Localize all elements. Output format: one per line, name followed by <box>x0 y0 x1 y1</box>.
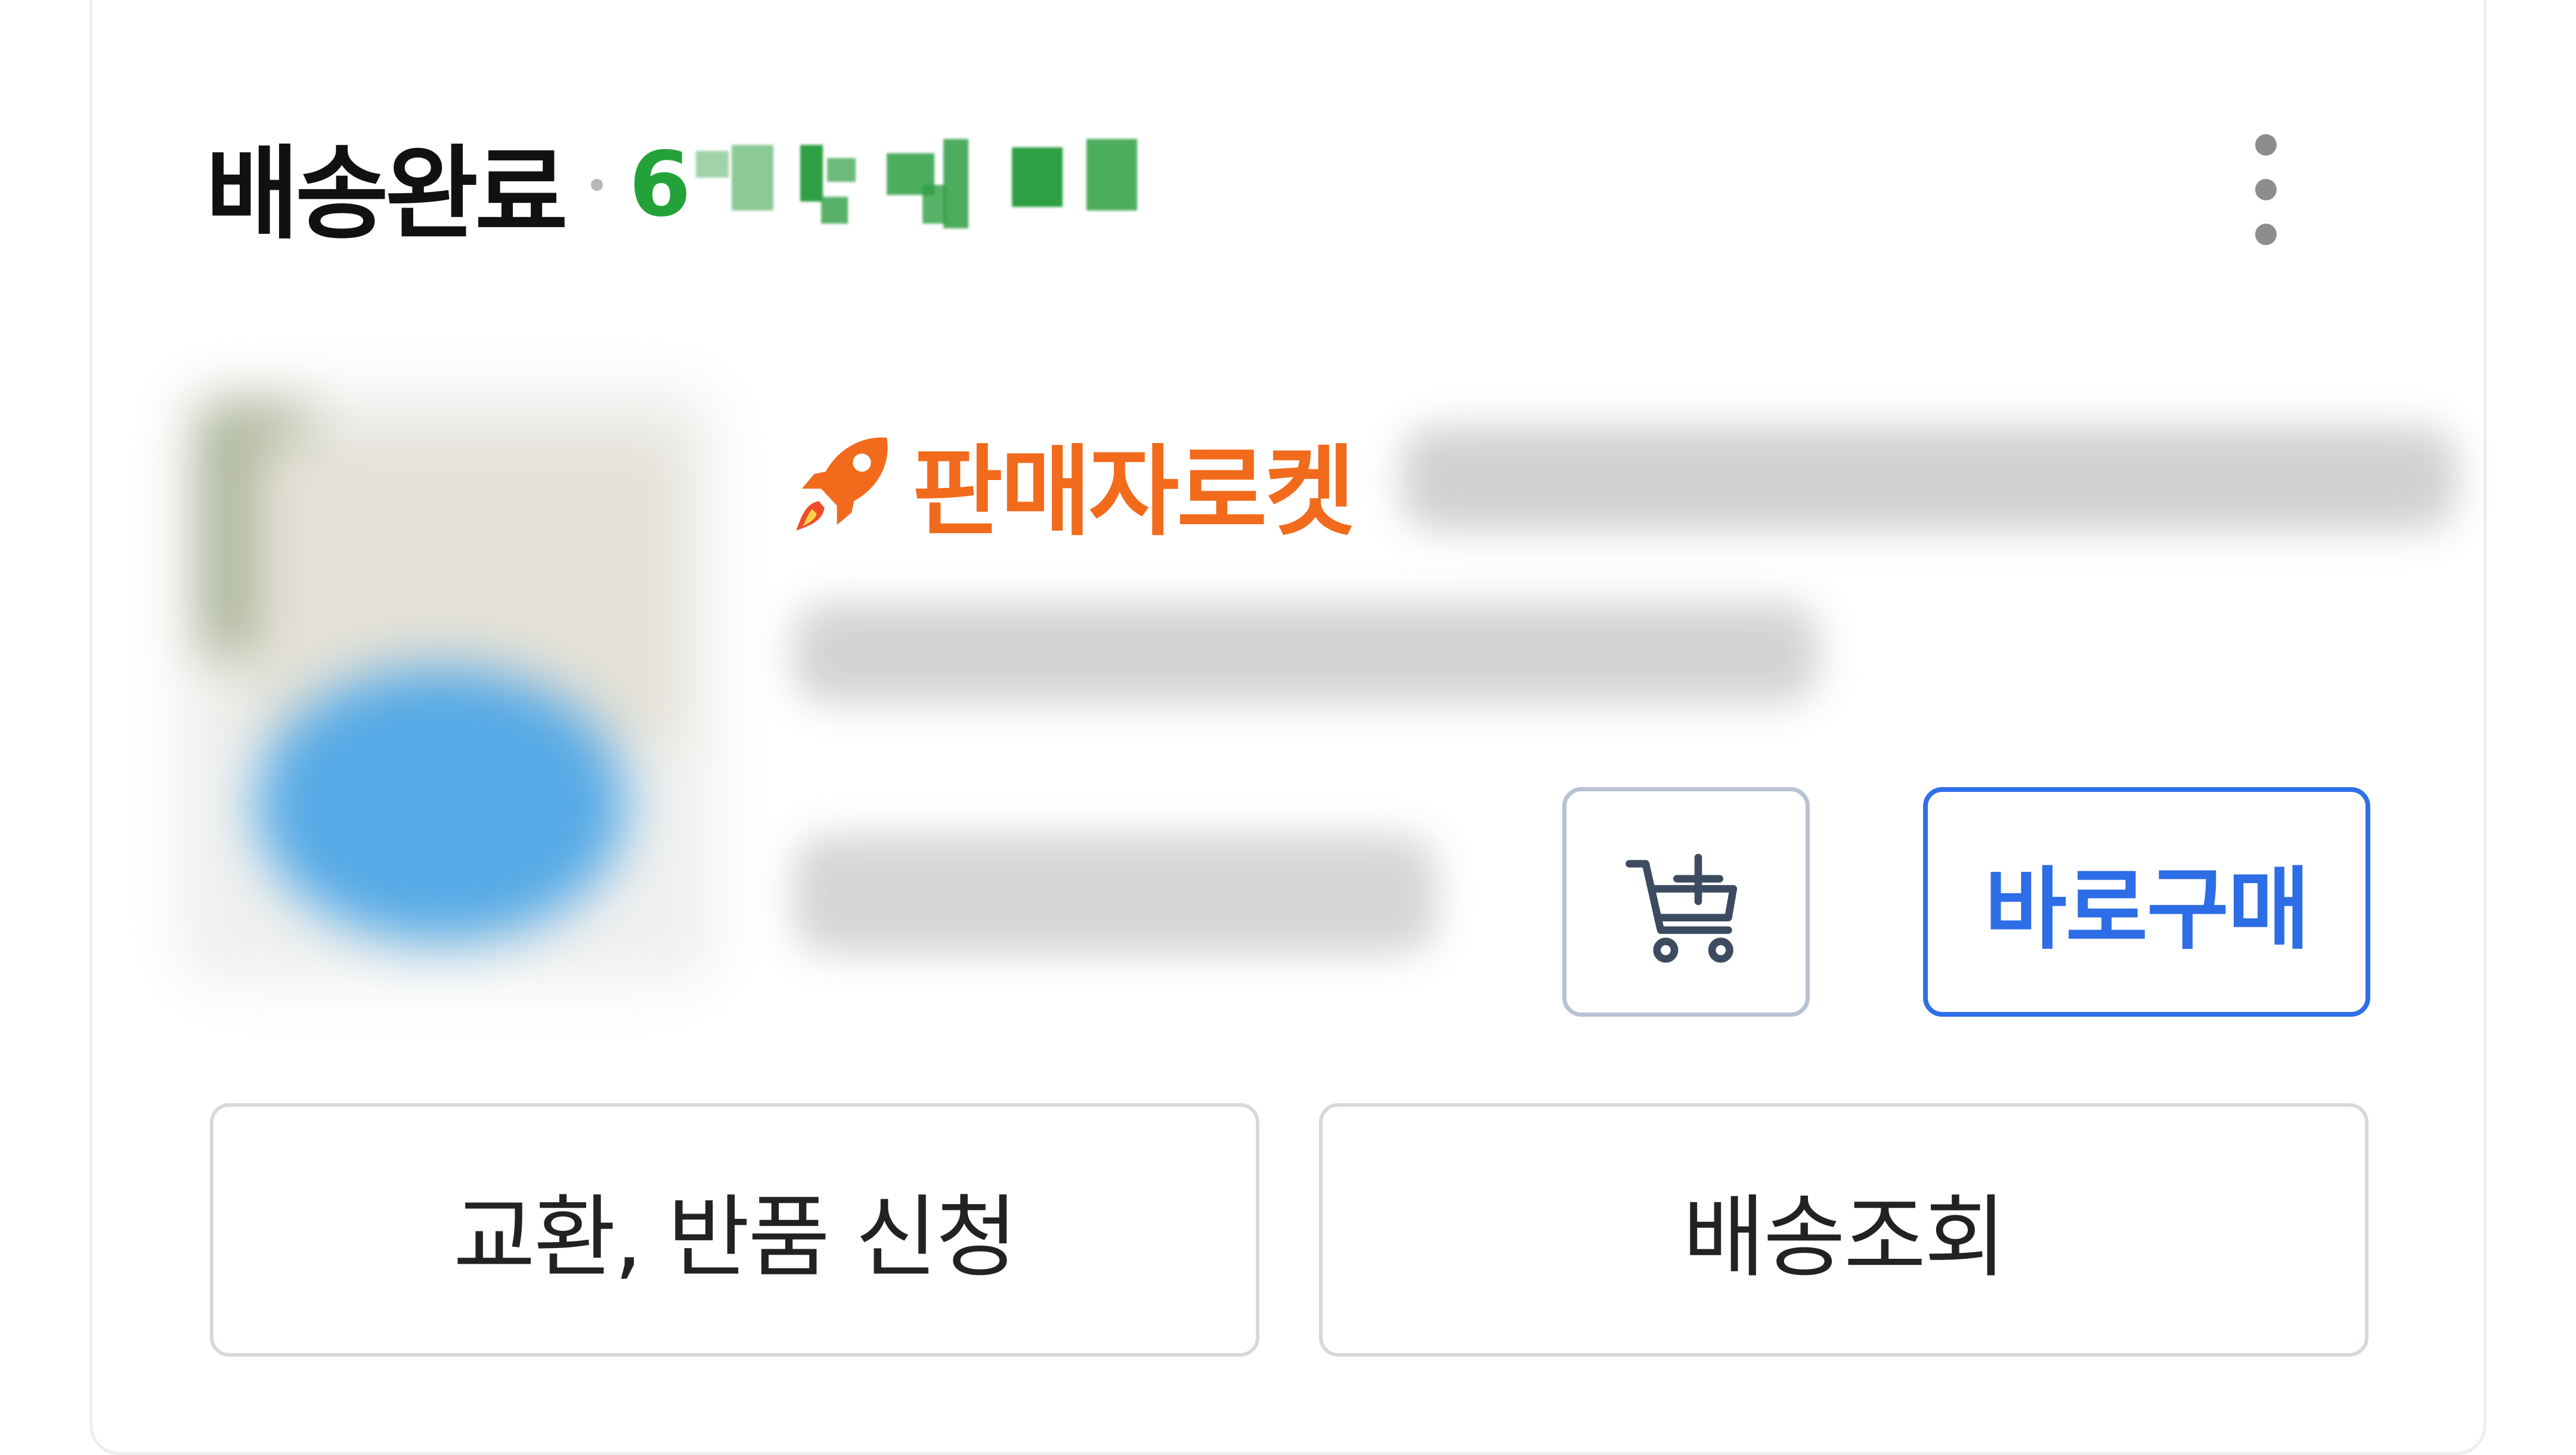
redacted-product-option <box>793 602 1819 704</box>
order-status-row: 배송완료 6 <box>206 116 1221 253</box>
product-thumbnail-blurred[interactable] <box>179 388 716 984</box>
kebab-dot <box>2255 134 2277 156</box>
delivery-status: 배송완료 <box>206 135 568 253</box>
kebab-dot <box>2255 179 2277 200</box>
separator-dot <box>590 179 603 191</box>
add-to-cart-icon <box>1626 853 1738 963</box>
rocket-icon <box>796 437 888 531</box>
kebab-menu-icon[interactable] <box>2230 122 2302 259</box>
exchange-return-button[interactable]: 교환, 반품 신청 <box>210 1103 1259 1357</box>
track-delivery-button[interactable]: 배송조회 <box>1319 1103 2368 1357</box>
redacted-product-name <box>1401 426 2457 531</box>
add-to-cart-button[interactable] <box>1562 787 1810 1017</box>
redacted-date-mosaic <box>624 134 1221 236</box>
seller-rocket-badge: 판매자로켓 <box>787 423 1355 549</box>
kebab-dot <box>2255 224 2277 245</box>
seller-rocket-label: 판매자로켓 <box>912 434 1355 549</box>
redacted-product-price <box>793 835 1437 954</box>
buy-now-button[interactable]: 바로구매 <box>1923 787 2370 1017</box>
